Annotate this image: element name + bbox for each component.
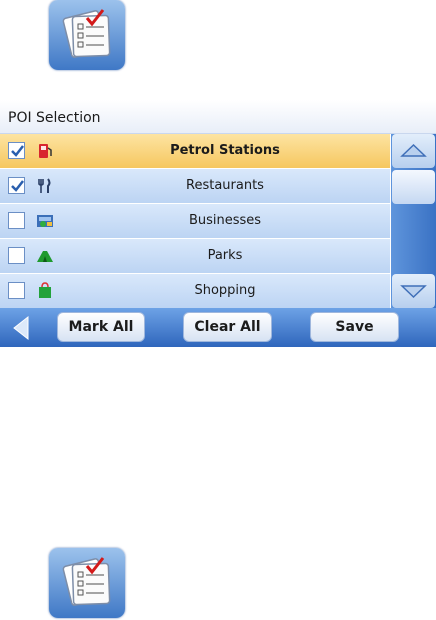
checkbox[interactable] (8, 177, 25, 194)
shopping-bag-icon (36, 282, 54, 300)
scroll-up-icon (400, 143, 427, 157)
list-item[interactable]: Shopping (0, 274, 390, 309)
clear-all-button[interactable]: Clear All (183, 312, 272, 342)
list-item[interactable]: Parks (0, 239, 390, 274)
fuel-pump-icon (36, 142, 54, 160)
checkbox[interactable] (8, 212, 25, 229)
checkbox[interactable] (8, 247, 25, 264)
list-item-label: Shopping (194, 283, 256, 298)
checklist-icon (49, 0, 125, 70)
list-item[interactable]: Businesses (0, 204, 390, 239)
scroll-up-button[interactable] (392, 134, 435, 168)
checklist-icon (49, 548, 125, 618)
list-item[interactable]: Petrol Stations (0, 134, 390, 169)
page-title: POI Selection (8, 110, 101, 126)
list-item-label: Restaurants (186, 178, 264, 193)
save-button[interactable]: Save (310, 312, 399, 342)
checkbox[interactable] (8, 142, 25, 159)
fork-knife-icon (36, 177, 54, 195)
business-icon (36, 212, 54, 230)
scroll-down-button[interactable] (392, 274, 435, 308)
mark-all-button[interactable]: Mark All (57, 312, 145, 342)
scroll-thumb[interactable] (392, 170, 435, 204)
back-arrow-icon (13, 315, 29, 341)
list-item-label: Petrol Stations (170, 143, 280, 158)
list-item[interactable]: Restaurants (0, 169, 390, 204)
scrollbar[interactable] (391, 134, 436, 308)
toolbar: Mark All Clear All Save (0, 308, 436, 347)
scroll-down-icon (400, 285, 427, 299)
list-item-label: Parks (207, 248, 243, 263)
checkbox[interactable] (8, 282, 25, 299)
park-tent-icon (36, 247, 54, 265)
poi-list: Petrol Stations Restaurants Businesses P… (0, 134, 390, 309)
poi-selection-panel: POI Selection Petrol Stations Restaurant… (0, 100, 436, 347)
list-item-label: Businesses (188, 213, 262, 228)
back-button[interactable] (8, 314, 36, 342)
